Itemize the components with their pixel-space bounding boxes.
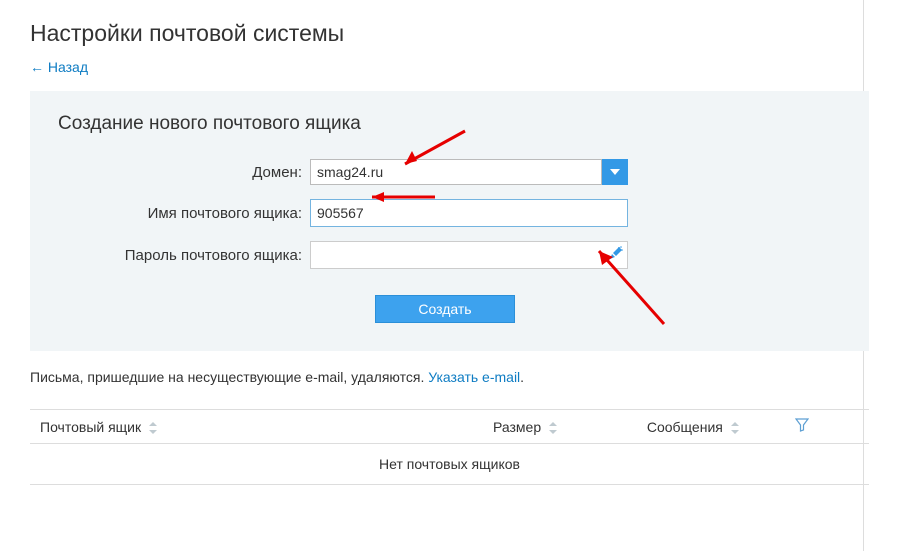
info-text: Письма, пришедшие на несуществующие e-ma…: [30, 369, 869, 385]
create-mailbox-panel: Создание нового почтового ящика Домен: И…: [30, 91, 869, 351]
table-empty-row: Нет почтовых ящиков: [30, 444, 869, 485]
generate-password-icon[interactable]: [608, 245, 624, 264]
col-size[interactable]: Размер: [450, 410, 601, 444]
sort-icon[interactable]: [549, 422, 557, 434]
mailbox-name-input[interactable]: [310, 199, 628, 227]
col-mailbox[interactable]: Почтовый ящик: [30, 410, 450, 444]
filter-icon[interactable]: [795, 419, 809, 435]
chevron-down-icon: [610, 169, 620, 175]
mailbox-name-label: Имя почтового ящика:: [58, 205, 310, 222]
col-mailbox-label: Почтовый ящик: [40, 419, 141, 435]
sort-icon[interactable]: [149, 422, 157, 434]
back-link[interactable]: ← Назад: [30, 59, 88, 75]
specify-email-link[interactable]: Указать e-mail: [428, 369, 520, 385]
col-messages[interactable]: Сообщения: [601, 410, 786, 444]
password-input[interactable]: [310, 241, 628, 269]
panel-title: Создание нового почтового ящика: [58, 113, 841, 135]
domain-label: Домен:: [58, 164, 310, 181]
col-size-label: Размер: [493, 419, 541, 435]
page-title: Настройки почтовой системы: [30, 20, 869, 47]
domain-dropdown-button[interactable]: [602, 159, 628, 185]
info-dot: .: [520, 369, 524, 385]
password-label: Пароль почтового ящика:: [58, 247, 310, 264]
mailbox-table: Почтовый ящик Размер Сообщения: [30, 409, 869, 485]
domain-select[interactable]: [310, 159, 602, 185]
sort-icon[interactable]: [731, 422, 739, 434]
info-text-content: Письма, пришедшие на несуществующие e-ma…: [30, 369, 428, 385]
create-button[interactable]: Создать: [375, 295, 515, 323]
col-messages-label: Сообщения: [647, 419, 723, 435]
